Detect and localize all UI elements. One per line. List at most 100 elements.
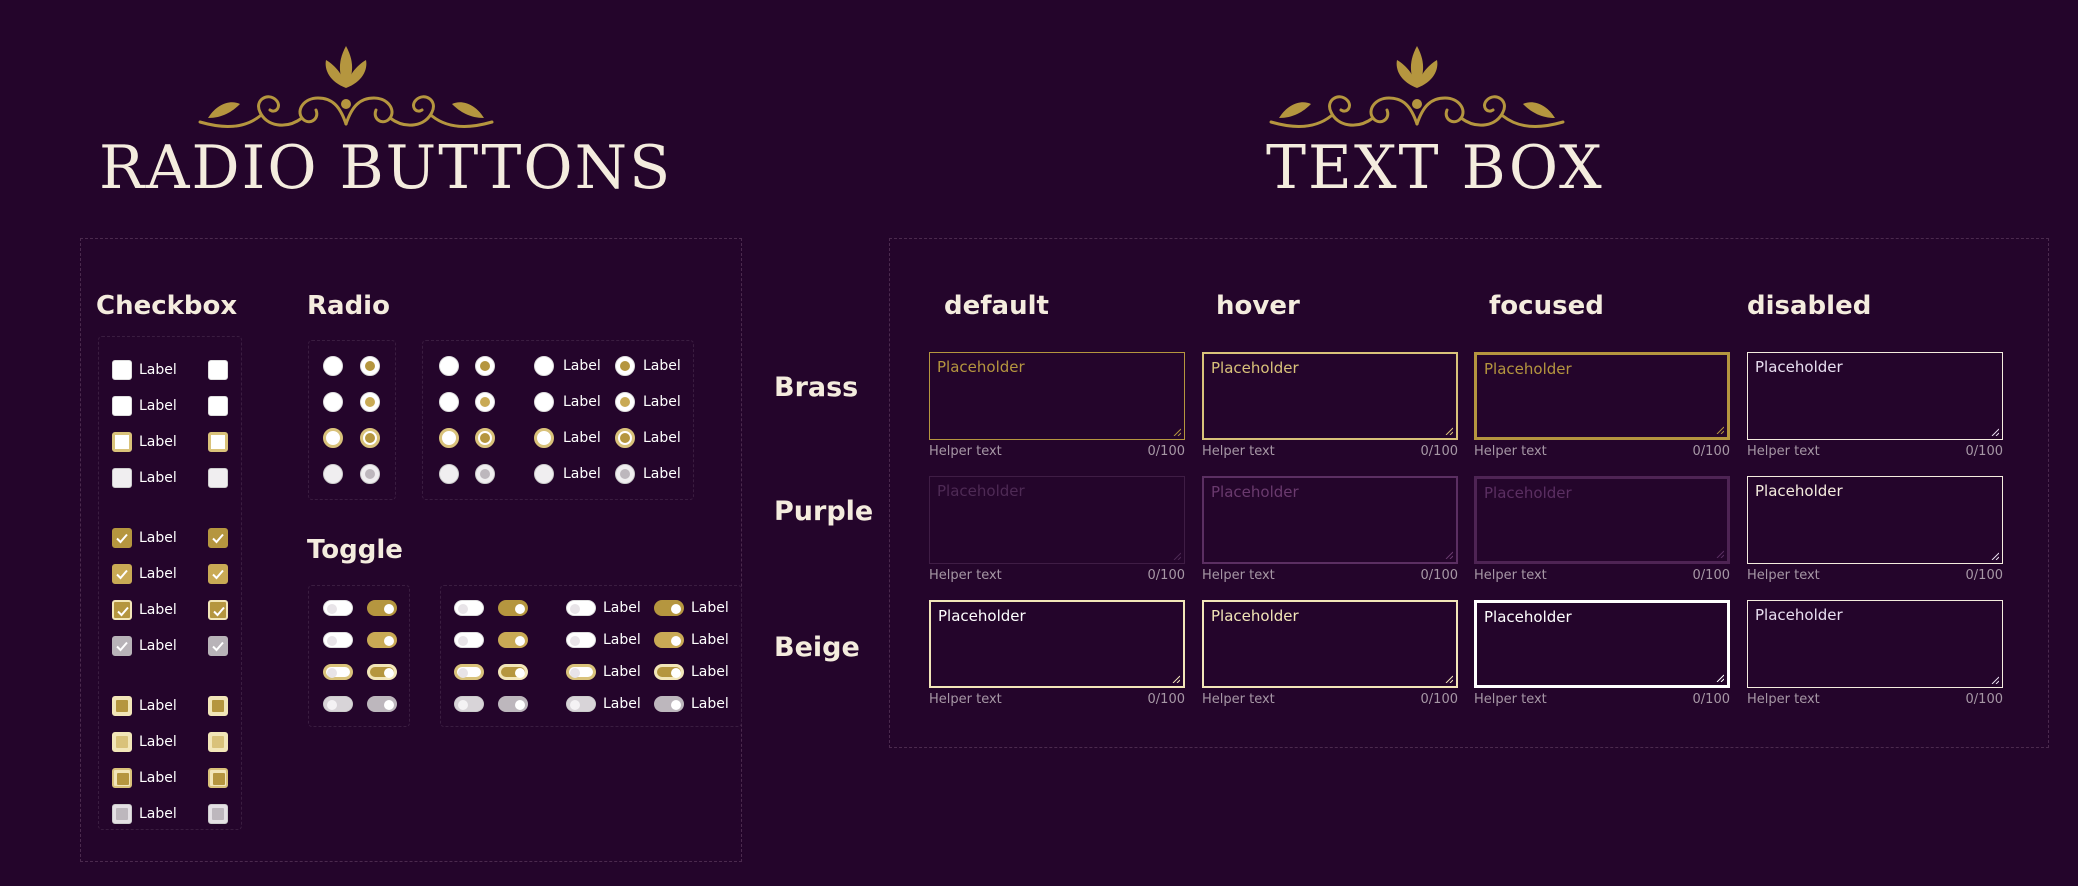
- toggle-off[interactable]: [454, 664, 484, 680]
- checkbox[interactable]: [208, 600, 228, 620]
- toggle-label: Label: [603, 632, 641, 648]
- checkbox[interactable]: [112, 432, 132, 452]
- radio-selected[interactable]: [475, 356, 495, 376]
- textarea-purple-default[interactable]: Placeholder: [929, 476, 1185, 564]
- toggle-on[interactable]: [498, 632, 528, 648]
- textarea-brass-focused[interactable]: Placeholder: [1474, 352, 1730, 440]
- checkbox[interactable]: [208, 636, 228, 656]
- resize-handle-icon[interactable]: [1173, 428, 1181, 436]
- textarea-purple-focused[interactable]: Placeholder: [1474, 476, 1730, 564]
- textarea-placeholder: Placeholder: [1211, 359, 1299, 377]
- toggle-off[interactable]: [454, 632, 484, 648]
- checkbox[interactable]: [112, 468, 132, 488]
- radio-unselected[interactable]: [534, 464, 554, 484]
- toggle-off[interactable]: [323, 600, 353, 616]
- checkbox[interactable]: [112, 528, 132, 548]
- toggle-knob-icon: [570, 668, 580, 678]
- checkbox[interactable]: [112, 696, 132, 716]
- resize-handle-icon[interactable]: [1445, 427, 1453, 435]
- checkbox[interactable]: [208, 528, 228, 548]
- radio-unselected[interactable]: [439, 464, 459, 484]
- checkbox[interactable]: [112, 636, 132, 656]
- toggle-on[interactable]: [367, 600, 397, 616]
- radio-selected[interactable]: [360, 464, 380, 484]
- resize-handle-icon[interactable]: [1716, 674, 1724, 682]
- radio-unselected[interactable]: [439, 428, 459, 448]
- radio-unselected[interactable]: [439, 356, 459, 376]
- checkbox[interactable]: [112, 768, 132, 788]
- toggle-off[interactable]: [454, 696, 484, 712]
- toggle-on[interactable]: [654, 632, 684, 648]
- toggle-on[interactable]: [654, 664, 684, 680]
- checkbox[interactable]: [112, 360, 132, 380]
- toggle-on[interactable]: [367, 696, 397, 712]
- toggle-on[interactable]: [654, 600, 684, 616]
- checkbox[interactable]: [112, 804, 132, 824]
- checkbox[interactable]: [208, 732, 228, 752]
- radio-selected[interactable]: [475, 464, 495, 484]
- radio-unselected[interactable]: [534, 428, 554, 448]
- toggle-off[interactable]: [323, 664, 353, 680]
- toggle-on[interactable]: [367, 664, 397, 680]
- textarea-beige-default[interactable]: Placeholder: [929, 600, 1185, 688]
- toggle-off[interactable]: [454, 600, 484, 616]
- resize-handle-icon[interactable]: [1173, 552, 1181, 560]
- toggle-off[interactable]: [566, 664, 596, 680]
- radio-unselected[interactable]: [323, 464, 343, 484]
- resize-handle-icon[interactable]: [1172, 675, 1180, 683]
- toggle-on[interactable]: [367, 632, 397, 648]
- toggle-on[interactable]: [498, 664, 528, 680]
- toggle-off[interactable]: [566, 600, 596, 616]
- textarea-purple-hover[interactable]: Placeholder: [1202, 476, 1458, 564]
- toggle-on[interactable]: [654, 696, 684, 712]
- checkbox[interactable]: [208, 468, 228, 488]
- radio-dot-icon: [620, 433, 630, 443]
- radio-selected[interactable]: [360, 356, 380, 376]
- radio-unselected[interactable]: [323, 428, 343, 448]
- character-counter: 0/100: [1965, 444, 2003, 459]
- checkbox[interactable]: [208, 804, 228, 824]
- toggle-off[interactable]: [323, 632, 353, 648]
- checkbox[interactable]: [112, 600, 132, 620]
- checkbox[interactable]: [208, 696, 228, 716]
- resize-handle-icon[interactable]: [1445, 551, 1453, 559]
- toggle-label: Label: [691, 600, 729, 616]
- radio-selected[interactable]: [615, 392, 635, 412]
- toggle-knob-icon: [384, 604, 394, 614]
- toggle-on[interactable]: [498, 600, 528, 616]
- checkbox[interactable]: [208, 396, 228, 416]
- toggle-off[interactable]: [323, 696, 353, 712]
- radio-selected[interactable]: [615, 356, 635, 376]
- radio-unselected[interactable]: [323, 356, 343, 376]
- radio-selected[interactable]: [475, 392, 495, 412]
- resize-handle-icon[interactable]: [1716, 550, 1724, 558]
- resize-handle-icon[interactable]: [1716, 426, 1724, 434]
- radio-selected[interactable]: [615, 464, 635, 484]
- resize-handle-icon[interactable]: [1445, 675, 1453, 683]
- checkbox[interactable]: [112, 564, 132, 584]
- checkbox[interactable]: [112, 396, 132, 416]
- radio-unselected[interactable]: [534, 392, 554, 412]
- toggle-off[interactable]: [566, 632, 596, 648]
- radio-selected[interactable]: [360, 428, 380, 448]
- checkbox[interactable]: [208, 564, 228, 584]
- toggle-off[interactable]: [566, 696, 596, 712]
- checkbox[interactable]: [208, 360, 228, 380]
- radio-selected[interactable]: [475, 428, 495, 448]
- textarea-brass-hover[interactable]: Placeholder: [1202, 352, 1458, 440]
- textarea-brass-default[interactable]: Placeholder: [929, 352, 1185, 440]
- textarea-beige-hover[interactable]: Placeholder: [1202, 600, 1458, 688]
- checkbox[interactable]: [112, 732, 132, 752]
- radio-selected[interactable]: [615, 428, 635, 448]
- radio-unselected[interactable]: [323, 392, 343, 412]
- toggle-on[interactable]: [498, 696, 528, 712]
- helper-text: Helper text: [1474, 692, 1547, 707]
- radio-unselected[interactable]: [534, 356, 554, 376]
- flourish-ornament-right: [1269, 46, 1565, 128]
- checkbox[interactable]: [208, 768, 228, 788]
- radio-selected[interactable]: [360, 392, 380, 412]
- textarea-beige-focused[interactable]: Placeholder: [1474, 600, 1730, 688]
- checkbox[interactable]: [208, 432, 228, 452]
- radio-unselected[interactable]: [439, 392, 459, 412]
- radio-heading: Radio: [307, 291, 390, 321]
